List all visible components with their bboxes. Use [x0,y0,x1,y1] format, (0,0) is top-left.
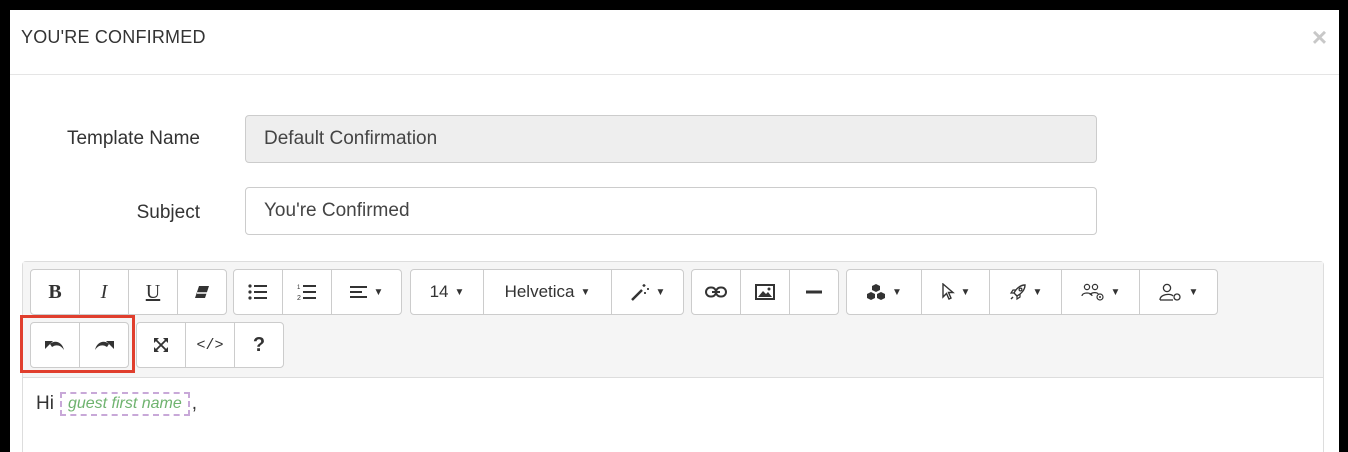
font-size-value: 14 [429,282,449,301]
insert-link-button[interactable] [691,269,741,315]
blocks-dropdown[interactable]: ▼ [846,269,922,315]
rocket-icon [1009,283,1027,301]
font-size-dropdown[interactable]: 14 ▼ [410,269,484,315]
ordered-list-button[interactable]: 12 [282,269,332,315]
subject-label: Subject [136,202,200,223]
chevron-down-icon: ▼ [580,286,591,298]
svg-text:1: 1 [297,285,301,291]
guests-dropdown[interactable]: ▼ [1061,269,1140,315]
undo-button[interactable] [30,322,80,368]
style-dropdown[interactable]: ▼ [611,269,684,315]
code-view-button[interactable]: </> [185,322,235,368]
modal-header: YOU'RE CONFIRMED × [10,10,1339,75]
button-dropdown[interactable]: ▼ [921,269,990,315]
insert-image-button[interactable] [740,269,790,315]
font-family-dropdown[interactable]: Helvetica ▼ [483,269,612,315]
help-button[interactable]: ? [234,322,284,368]
numbered-list-icon: 12 [297,283,317,301]
chevron-down-icon: ▼ [655,286,666,298]
horizontal-rule-icon [806,290,822,294]
link-icon [705,286,727,298]
subject-input[interactable]: You're Confirmed [245,187,1097,235]
chevron-down-icon: ▼ [1110,286,1121,298]
cubes-icon [866,283,886,301]
template-name-label: Template Name [66,128,200,149]
template-modal: YOU'RE CONFIRMED × Template Name Default… [10,10,1339,452]
fullscreen-button[interactable] [136,322,186,368]
chevron-down-icon: ▼ [454,286,465,298]
chevron-down-icon: ▼ [1188,286,1199,298]
editor-content[interactable]: Hi guest first name , [36,392,197,416]
align-dropdown[interactable]: ▼ [331,269,402,315]
image-icon [755,284,775,300]
cursor-pointer-icon [941,283,955,301]
insert-hr-button[interactable] [789,269,839,315]
merge-tag-chip[interactable]: guest first name [59,392,190,416]
modal-title: YOU'RE CONFIRMED [21,27,206,47]
eraser-icon [194,285,210,299]
font-family-value: Helvetica [504,282,575,301]
chevron-down-icon: ▼ [1032,286,1043,298]
undo-icon [44,338,66,352]
editor-toolbar: B I U 12 ▼ 14 ▼ Helvetica ▼ ▼ ▼ ▼ ▼ ▼ ▼ … [23,262,1323,378]
bullet-list-icon [248,284,268,300]
bold-button[interactable]: B [30,269,80,315]
greeting-text: Hi [36,393,54,414]
chevron-down-icon: ▼ [960,286,971,298]
magic-wand-icon [630,283,650,301]
redo-icon [93,338,115,352]
user-settings-dropdown[interactable]: ▼ [1139,269,1218,315]
align-left-icon [349,285,368,299]
trailing-comma: , [191,393,198,414]
redo-button[interactable] [79,322,129,368]
launch-dropdown[interactable]: ▼ [989,269,1062,315]
rich-text-editor: B I U 12 ▼ 14 ▼ Helvetica ▼ ▼ ▼ ▼ ▼ ▼ ▼ … [22,261,1324,452]
italic-button[interactable]: I [79,269,129,315]
chevron-down-icon: ▼ [892,286,902,298]
unordered-list-button[interactable] [233,269,283,315]
expand-icon [153,337,169,353]
chevron-down-icon: ▼ [373,286,384,298]
clear-format-button[interactable] [177,269,227,315]
svg-text:2: 2 [297,295,301,301]
underline-button[interactable]: U [128,269,178,315]
user-cog-icon [1158,283,1183,301]
template-name-field: Default Confirmation [245,115,1097,163]
close-icon[interactable]: × [1312,24,1327,50]
group-settings-icon [1080,283,1105,301]
